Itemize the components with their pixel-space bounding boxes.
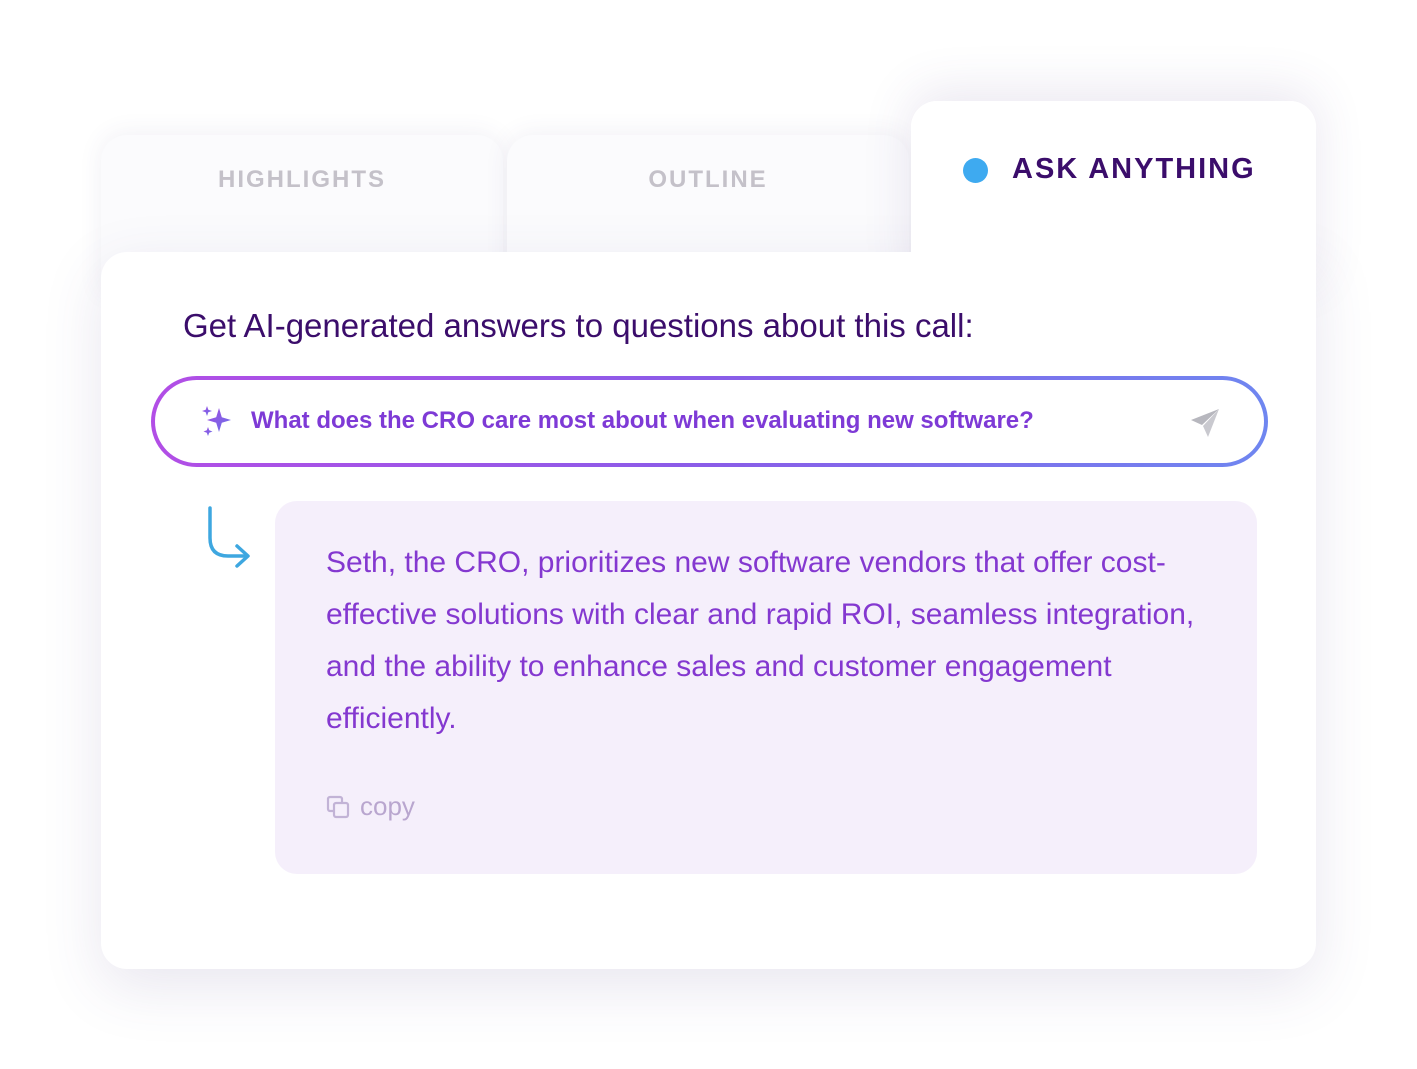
tab-ask-anything-label: ASK ANYTHING xyxy=(1012,153,1256,185)
tab-ask-anything[interactable]: ASK ANYTHING xyxy=(911,101,1316,291)
tab-highlights-label: HIGHLIGHTS xyxy=(218,166,386,193)
question-input-field[interactable]: What does the CRO care most about when e… xyxy=(151,376,1268,467)
copy-label: copy xyxy=(360,791,415,821)
copy-icon xyxy=(326,795,350,818)
sparkle-icon xyxy=(202,406,231,436)
send-icon[interactable] xyxy=(1188,406,1222,440)
prompt-title: Get AI-generated answers to questions ab… xyxy=(183,307,974,344)
copy-button[interactable]: copy xyxy=(326,791,415,822)
question-input-value: What does the CRO care most about when e… xyxy=(251,407,1034,434)
ask-anything-panel: HIGHLIGHTS OUTLINE ASK ANYTHING Get AI-g… xyxy=(0,0,1417,1069)
active-indicator-dot-icon xyxy=(963,158,988,183)
question-input-inner[interactable]: What does the CRO care most about when e… xyxy=(155,380,1264,463)
reply-arrow-icon xyxy=(208,506,250,568)
ask-anything-card: Get AI-generated answers to questions ab… xyxy=(101,252,1316,969)
answer-text: Seth, the CRO, prioritizes new software … xyxy=(326,546,1195,735)
tab-outline-label: OUTLINE xyxy=(648,166,768,193)
answer-box: Seth, the CRO, prioritizes new software … xyxy=(275,501,1257,874)
